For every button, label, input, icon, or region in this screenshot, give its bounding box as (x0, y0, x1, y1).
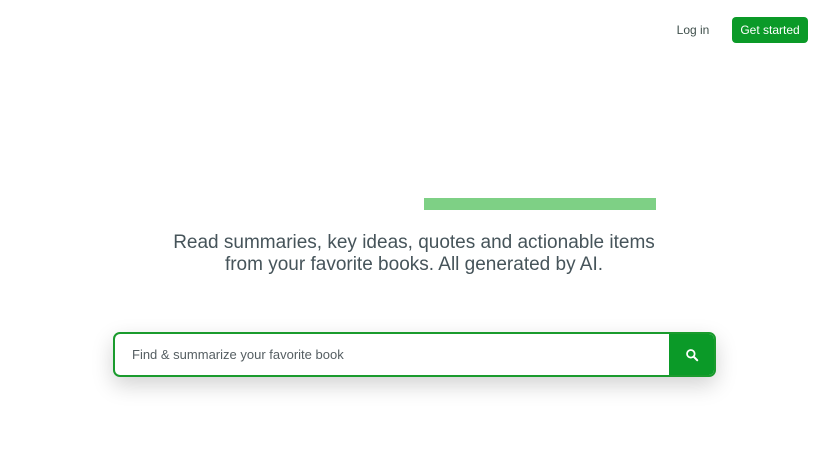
search-button[interactable] (669, 334, 714, 375)
title-highlight-bar (424, 198, 656, 210)
hero-tagline: Read summaries, key ideas, quotes and ac… (120, 232, 708, 276)
tagline-line-1: Read summaries, key ideas, quotes and ac… (173, 232, 655, 253)
get-started-button[interactable]: Get started (732, 17, 808, 43)
login-link[interactable]: Log in (670, 17, 716, 43)
search-input[interactable] (115, 334, 670, 375)
page: Log in Get started Read summaries, key i… (0, 0, 828, 465)
search-bar (113, 332, 716, 377)
search-icon (685, 348, 698, 361)
tagline-line-2: from your favorite books. All generated … (224, 254, 604, 275)
